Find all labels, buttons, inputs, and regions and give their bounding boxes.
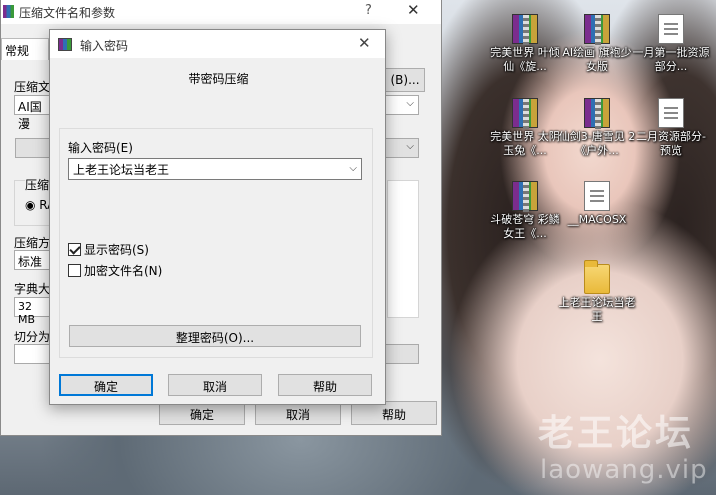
checkbox-checked-icon xyxy=(68,243,81,256)
tab-general[interactable]: 常规 xyxy=(1,38,49,60)
rar-archive-icon xyxy=(584,98,610,129)
help-button[interactable]: 帮助 xyxy=(278,374,372,396)
desktop-icon-rar-2[interactable]: AI绘画 旗袍少女版 xyxy=(558,14,636,74)
split-label: 切分为 xyxy=(14,330,51,344)
password-value: 上老王论坛当老王 xyxy=(73,163,170,177)
desktop-icon-file-3[interactable]: __MACOSX xyxy=(558,181,636,227)
split-dropdown[interactable] xyxy=(385,344,419,364)
password-input[interactable]: 上老王论坛当老王 ⌵ xyxy=(68,158,362,180)
chevron-down-icon[interactable]: ⌵ xyxy=(349,163,357,174)
chevron-down-icon: ⌵ xyxy=(406,141,414,152)
desktop-icon-label: __MACOSX xyxy=(567,213,627,226)
document-icon xyxy=(658,98,684,128)
desktop-icon-rar-1[interactable]: 完美世界 叶倾仙《旋... xyxy=(486,14,564,74)
watermark-en: laowang.vip xyxy=(540,455,708,485)
desktop-icon-label: AI绘画 旗袍少女版 xyxy=(562,46,632,73)
dialog-heading: 带密码压缩 xyxy=(188,72,249,86)
method-label: 压缩方 xyxy=(14,236,51,250)
archive-name-label: 压缩文 xyxy=(14,80,51,94)
titlebar: 输入密码 ✕ xyxy=(50,30,385,58)
password-dialog: 输入密码 ✕ 带密码压缩 输入密码(E) 上老王论坛当老王 ⌵ 显示密码(S) … xyxy=(49,29,386,405)
chevron-down-icon: ⌵ xyxy=(406,98,414,109)
rar-archive-icon xyxy=(512,14,538,45)
rar-archive-icon xyxy=(512,98,538,129)
desktop-icon-label: 上老王论坛当老王 xyxy=(558,296,636,323)
show-password-label: 显示密码(S) xyxy=(84,243,149,257)
split-field[interactable] xyxy=(14,344,54,364)
browse-button[interactable]: (B)... xyxy=(385,68,425,92)
desktop-icon-label: 斗破苍穹 彩鳞女王《... xyxy=(490,213,560,240)
format-label: 压缩 xyxy=(25,176,50,193)
desktop-icon-label: 完美世界 叶倾仙《旋... xyxy=(490,46,560,73)
dialog-title: 输入密码 xyxy=(80,39,129,53)
checkbox-empty-icon xyxy=(68,264,81,277)
dictionary-label: 字典大 xyxy=(14,282,51,296)
winrar-app-icon xyxy=(3,5,14,18)
winrar-app-icon xyxy=(58,38,72,51)
rar-archive-icon xyxy=(512,181,538,212)
close-icon[interactable]: ✕ xyxy=(358,34,371,52)
help-icon[interactable]: ? xyxy=(365,3,372,18)
password-label: 输入密码(E) xyxy=(68,141,133,155)
organize-passwords-button[interactable]: 整理密码(O)... xyxy=(69,325,361,347)
desktop-icon-file-2[interactable]: 二月资源部分-预览 xyxy=(632,98,710,158)
desktop-icon-folder[interactable]: 上老王论坛当老王 xyxy=(558,260,636,324)
archive-name-field[interactable]: AI国漫 xyxy=(14,95,54,131)
dialog-title: 压缩文件名和参数 xyxy=(19,6,116,20)
titlebar: 压缩文件名和参数 ? ✕ xyxy=(1,0,441,24)
watermark-cn: 老王论坛 xyxy=(538,413,695,454)
desktop-icon-rar-5[interactable]: 斗破苍穹 彩鳞女王《... xyxy=(486,181,564,241)
desktop-icon-label: 完美世界 太阴玉兔《... xyxy=(490,130,560,157)
desktop-icon-label: 一月第一批资源部分... xyxy=(632,46,710,73)
desktop-icon-rar-3[interactable]: 完美世界 太阴玉兔《... xyxy=(486,98,564,158)
encrypt-filenames-label: 加密文件名(N) xyxy=(84,264,163,278)
cancel-button[interactable]: 取消 xyxy=(168,374,262,396)
desktop-icon-rar-4[interactable]: 仙剑3-唐雪见 2《户外... xyxy=(558,98,636,158)
encrypt-filenames-checkbox[interactable]: 加密文件名(N) xyxy=(68,262,162,279)
method-dropdown[interactable]: 标准 xyxy=(14,250,54,270)
dictionary-dropdown[interactable]: 32 MB xyxy=(14,297,54,326)
desktop-icon-file-1[interactable]: 一月第一批资源部分... xyxy=(632,14,710,74)
rar-archive-icon xyxy=(584,14,610,45)
document-icon xyxy=(658,14,684,44)
show-password-checkbox[interactable]: 显示密码(S) xyxy=(68,241,149,258)
profile-dropdown[interactable]: ⌵ xyxy=(385,138,419,158)
folder-icon xyxy=(584,260,610,294)
desktop-icon-label: 二月资源部分-预览 xyxy=(636,130,706,157)
options-panel xyxy=(387,180,419,318)
ok-button[interactable]: 确定 xyxy=(59,374,153,396)
document-icon xyxy=(584,181,610,211)
desktop-icon-label: 仙剑3-唐雪见 2《户外... xyxy=(558,130,636,157)
archive-name-dropdown[interactable]: ⌵ xyxy=(385,95,419,115)
close-icon[interactable]: ✕ xyxy=(407,1,420,19)
